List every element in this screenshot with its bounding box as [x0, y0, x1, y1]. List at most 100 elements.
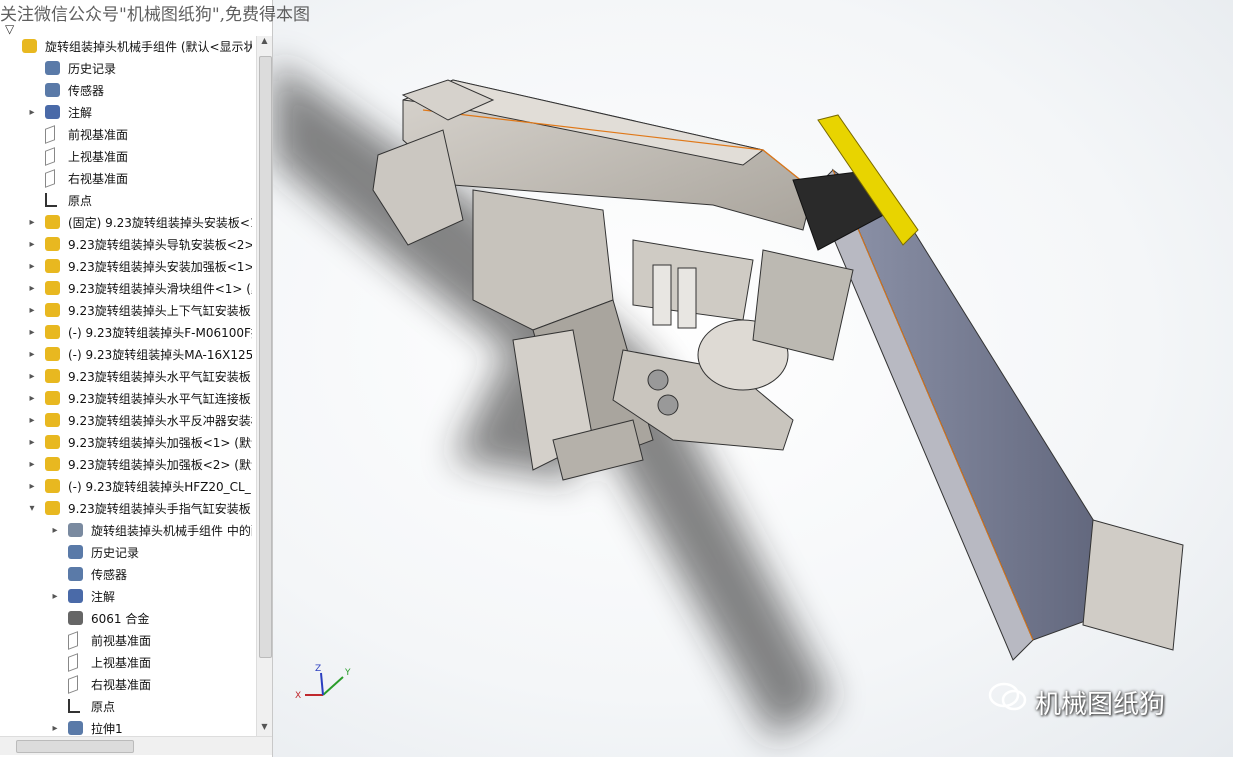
- plane-icon: [45, 147, 55, 166]
- part-icon: [45, 259, 60, 273]
- scroll-down-icon[interactable]: ▼: [257, 722, 272, 736]
- tree-item[interactable]: ▸ 9.23旋转组装掉头上下气缸安装板<1>: [0, 300, 256, 322]
- tree-item[interactable]: ▸ 9.23旋转组装掉头滑块组件<1> (默认<: [0, 278, 256, 300]
- tree-item[interactable]: 上视基准面: [0, 652, 256, 674]
- expand-arrow-icon[interactable]: ▸: [27, 278, 37, 300]
- part-icon: [45, 237, 60, 251]
- part-icon: [45, 303, 60, 317]
- plane-icon: [45, 169, 55, 188]
- tree-item[interactable]: ▾ 9.23旋转组装掉头手指气缸安装板<1>: [0, 498, 256, 520]
- tree-item[interactable]: ▸ 9.23旋转组装掉头安装加强板<1> (默认: [0, 256, 256, 278]
- tree-item-label: 上视基准面: [68, 150, 129, 164]
- tree-item[interactable]: ▸ (-) 9.23旋转组装掉头F-M06100F接头<: [0, 322, 256, 344]
- tree-item-label: (-) 9.23旋转组装掉头MA-16X125-S-U: [68, 348, 252, 362]
- subassembly-icon: [45, 347, 60, 361]
- vertical-scrollbar[interactable]: ▲ ▼: [256, 36, 272, 736]
- tree-item-label: 历史记录: [68, 62, 117, 76]
- tree-item-label: 9.23旋转组装掉头导轨安装板<2> (默认: [68, 238, 252, 252]
- tree-item-label: 9.23旋转组装掉头手指气缸安装板<1>: [68, 502, 252, 516]
- tree-item-label: 传感器: [91, 568, 128, 582]
- watermark-text: 关注微信公众号"机械图纸狗",免费得本图: [0, 5, 311, 25]
- tree-item-label: (固定) 9.23旋转组装掉头安装板<1> (默: [68, 216, 252, 230]
- part-icon: [45, 435, 60, 449]
- tree-item-label: 历史记录: [91, 546, 140, 560]
- sensor-icon: [45, 83, 60, 97]
- expand-arrow-icon[interactable]: ▾: [27, 498, 37, 520]
- expand-arrow-icon[interactable]: ▸: [27, 234, 37, 256]
- tree-item[interactable]: 旋转组装掉头机械手组件 (默认<显示状态-: [0, 36, 256, 58]
- part-icon: [45, 501, 60, 515]
- part-icon: [45, 369, 60, 383]
- graphics-area[interactable]: Y X Z 机械图纸狗: [273, 0, 1233, 757]
- tree-item-label: 9.23旋转组装掉头加强板<2> (默认<<: [68, 458, 252, 472]
- tree-item-label: 9.23旋转组装掉头安装加强板<1> (默认: [68, 260, 252, 274]
- tree-item[interactable]: ▸ 旋转组装掉头机械手组件 中的配合: [0, 520, 256, 542]
- material-icon: [68, 611, 83, 625]
- tree-item[interactable]: ▸ 9.23旋转组装掉头加强板<1> (默认<<: [0, 432, 256, 454]
- tree-item[interactable]: ▸ 9.23旋转组装掉头水平反冲器安装板<1: [0, 410, 256, 432]
- expand-arrow-icon[interactable]: ▸: [27, 300, 37, 322]
- expand-arrow-icon[interactable]: ▸: [27, 388, 37, 410]
- tree-item-label: 原点: [68, 194, 93, 208]
- tree-item[interactable]: 前视基准面: [0, 124, 256, 146]
- expand-arrow-icon[interactable]: ▸: [27, 476, 37, 498]
- tree-item[interactable]: ▸ 9.23旋转组装掉头导轨安装板<2> (默认: [0, 234, 256, 256]
- tree-item[interactable]: 6061 合金: [0, 608, 256, 630]
- plane-icon: [68, 675, 78, 694]
- tree-item[interactable]: 前视基准面: [0, 630, 256, 652]
- expand-arrow-icon[interactable]: ▸: [27, 344, 37, 366]
- tree-item-label: 旋转组装掉头机械手组件 中的配合: [91, 524, 252, 538]
- sensor-icon: [68, 567, 83, 581]
- assembly-icon: [22, 39, 37, 53]
- tree-item[interactable]: ▸ (固定) 9.23旋转组装掉头安装板<1> (默: [0, 212, 256, 234]
- expand-arrow-icon[interactable]: ▸: [27, 454, 37, 476]
- tree-item[interactable]: ▸ 9.23旋转组装掉头水平气缸连接板<1>: [0, 388, 256, 410]
- tree-item[interactable]: 原点: [0, 190, 256, 212]
- expand-arrow-icon[interactable]: ▸: [50, 586, 60, 608]
- model-canvas: Y X Z: [273, 60, 1184, 740]
- scrollbar-thumb[interactable]: [259, 56, 272, 658]
- slide-cylinder: [632, 239, 754, 329]
- scrollbar-thumb[interactable]: [16, 740, 134, 753]
- tree-item-label: 6061 合金: [91, 612, 150, 626]
- tree-item[interactable]: 原点: [0, 696, 256, 718]
- tree-item-label: 原点: [91, 700, 116, 714]
- scroll-up-icon[interactable]: ▲: [257, 36, 272, 50]
- tree-item[interactable]: 历史记录: [0, 58, 256, 80]
- expand-arrow-icon[interactable]: ▸: [27, 366, 37, 388]
- tree-item[interactable]: ▸ 注解: [0, 586, 256, 608]
- expand-arrow-icon[interactable]: ▸: [27, 102, 37, 124]
- horizontal-scrollbar[interactable]: [0, 736, 272, 755]
- tree-item[interactable]: ▸ 9.23旋转组装掉头加强板<2> (默认<<: [0, 454, 256, 476]
- expand-arrow-icon[interactable]: ▸: [27, 410, 37, 432]
- part-icon: [45, 391, 60, 405]
- long-arm-rail: [812, 168, 1184, 661]
- tree-item-label: 9.23旋转组装掉头水平气缸连接板<1>: [68, 392, 252, 406]
- expand-arrow-icon[interactable]: ▸: [27, 256, 37, 278]
- tree-item[interactable]: ▸ 注解: [0, 102, 256, 124]
- tree-item-label: 前视基准面: [91, 634, 152, 648]
- plane-icon: [68, 653, 78, 672]
- tree-item[interactable]: 传感器: [0, 564, 256, 586]
- tree-item-label: 9.23旋转组装掉头上下气缸安装板<1>: [68, 304, 252, 318]
- tree-item[interactable]: 右视基准面: [0, 168, 256, 190]
- annotation-icon: [45, 105, 60, 119]
- axis-z-label: Z: [315, 664, 321, 674]
- tree-item[interactable]: ▸ (-) 9.23旋转组装掉头MA-16X125-S-U: [0, 344, 256, 366]
- tree-item[interactable]: 右视基准面: [0, 674, 256, 696]
- tree-item[interactable]: 上视基准面: [0, 146, 256, 168]
- expand-arrow-icon[interactable]: ▸: [27, 212, 37, 234]
- part-icon: [45, 413, 60, 427]
- tree-item-label: (-) 9.23旋转组装掉头F-M06100F接头<: [68, 326, 252, 340]
- tree-item[interactable]: ▸ 9.23旋转组装掉头水平气缸安装板<1>: [0, 366, 256, 388]
- expand-arrow-icon[interactable]: ▸: [27, 322, 37, 344]
- tree-item[interactable]: 历史记录: [0, 542, 256, 564]
- axis-y-label: Y: [344, 668, 351, 678]
- annotation-icon: [68, 589, 83, 603]
- expand-arrow-icon[interactable]: ▸: [27, 432, 37, 454]
- tree-item[interactable]: 传感器: [0, 80, 256, 102]
- tree-item-label: (-) 9.23旋转组装掉头HFZ20_CL_<1> (: [68, 480, 252, 494]
- expand-arrow-icon[interactable]: ▸: [50, 520, 60, 542]
- feature-manager-tree: ▽ 旋转组装掉头机械手组件 (默认<显示状态- 历史记录 传感器 ▸ 注解 前视基准面 上视…: [0, 0, 273, 757]
- tree-item[interactable]: ▸ (-) 9.23旋转组装掉头HFZ20_CL_<1> (: [0, 476, 256, 498]
